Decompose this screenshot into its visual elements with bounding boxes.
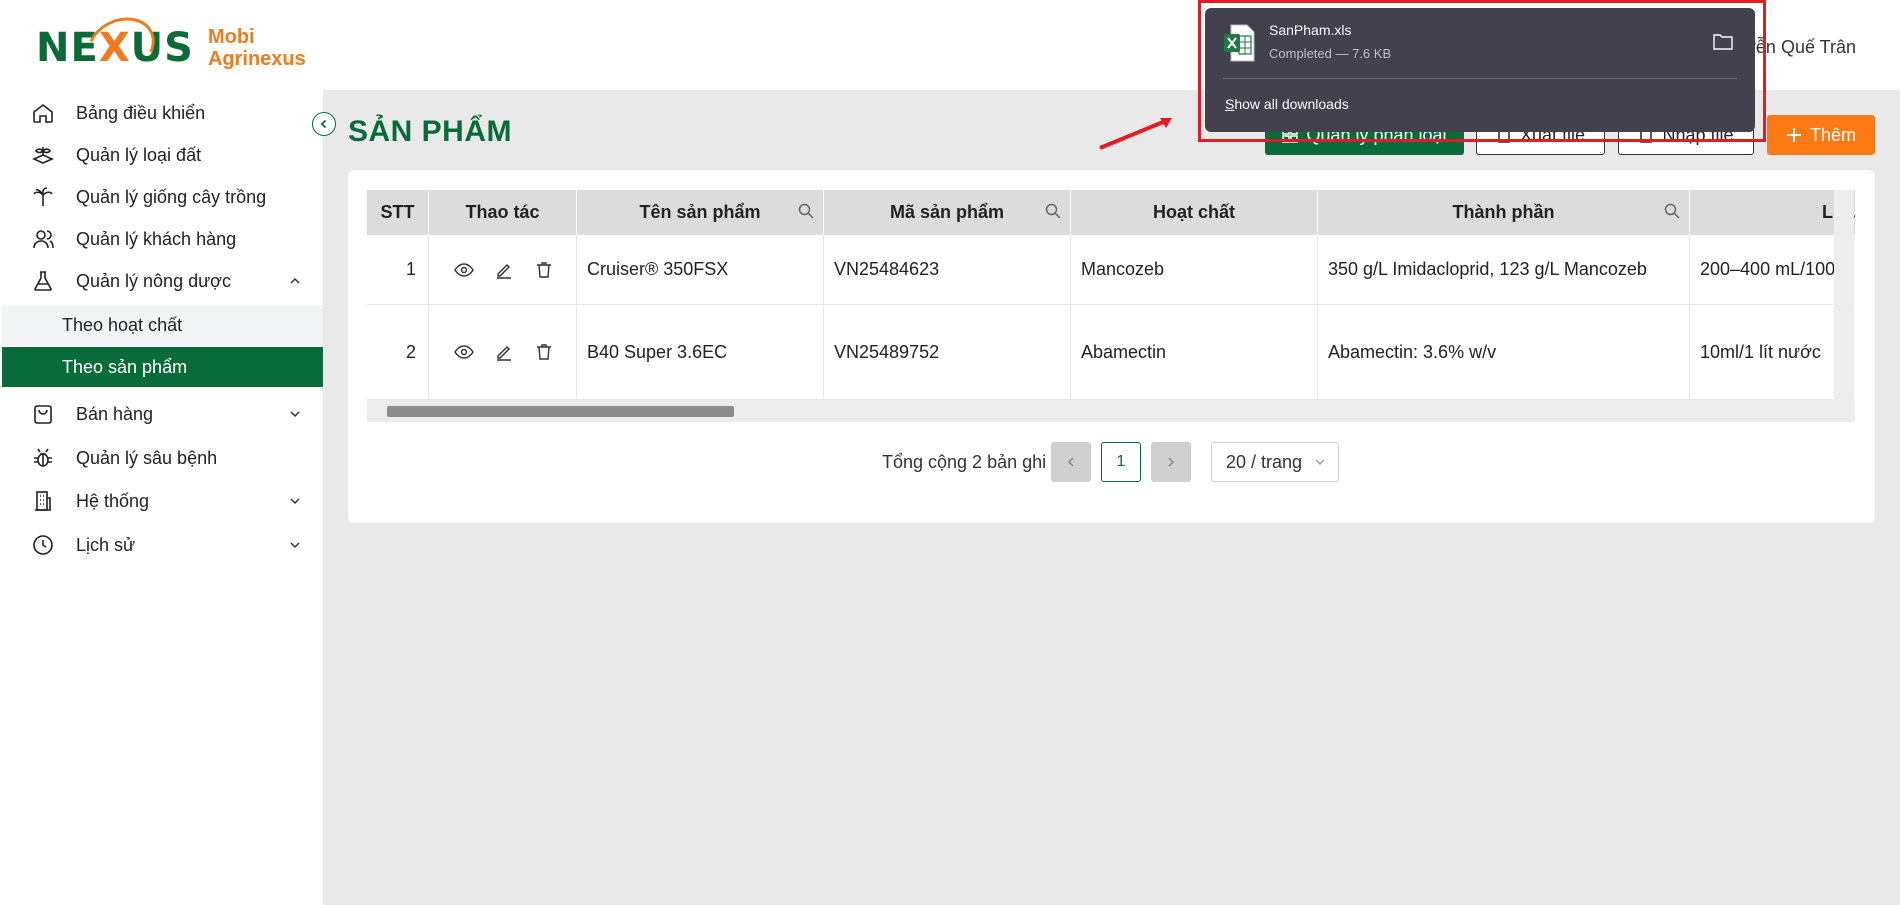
- bug-icon: [30, 445, 56, 471]
- logo-text: Mobi Agrinexus: [207, 26, 306, 70]
- sidebar-subitem-by-product[interactable]: Theo sản phẩm: [2, 347, 323, 387]
- table-row: 2 B40 Super 3.6EC VN25489752 Abamectin A…: [367, 305, 1855, 400]
- edit-icon[interactable]: [493, 259, 515, 281]
- next-page-button[interactable]: [1151, 442, 1191, 482]
- prev-page-button[interactable]: [1051, 442, 1091, 482]
- cell-product-name: B40 Super 3.6EC: [577, 305, 824, 399]
- sidebar-item-plant-varieties[interactable]: Quản lý giống cây trồng: [0, 176, 323, 218]
- sidebar-collapse-button[interactable]: [312, 112, 336, 136]
- view-icon[interactable]: [453, 259, 475, 281]
- sidebar-item-system[interactable]: Hệ thống: [0, 480, 323, 522]
- cell-composition: 350 g/L Imidacloprid, 123 g/L Mancozeb: [1318, 235, 1690, 304]
- chevron-down-icon: [1315, 459, 1325, 466]
- cell-active-ingredient: Abamectin: [1071, 305, 1318, 399]
- delete-icon[interactable]: [533, 259, 555, 281]
- cell-actions: [429, 235, 577, 304]
- chevron-down-icon: [290, 411, 300, 418]
- plant-icon: [30, 184, 56, 210]
- app-logo[interactable]: NEXUS Mobi Agrinexus: [36, 6, 306, 87]
- delete-icon[interactable]: [533, 341, 555, 363]
- logo-wordmark: NEXUS: [36, 6, 194, 87]
- cell-actions: [429, 305, 577, 399]
- column-header-product-code[interactable]: Mã sản phẩm: [824, 190, 1071, 235]
- cell-active-ingredient: Mancozeb: [1071, 235, 1318, 304]
- page-size-select[interactable]: 20 / trang: [1211, 442, 1339, 482]
- highlight-box: [1198, 0, 1766, 142]
- page-number-current[interactable]: 1: [1101, 442, 1141, 482]
- pagination-total: Tổng cộng 2 bản ghi: [882, 451, 1047, 472]
- column-header-stt: STT: [367, 190, 429, 235]
- chevron-down-icon: [290, 498, 300, 505]
- cell-product-name: Cruiser® 350FSX: [577, 235, 824, 304]
- cell-stt: 1: [367, 235, 429, 304]
- cell-stt: 2: [367, 305, 429, 399]
- cell-product-code: VN25489752: [824, 305, 1071, 399]
- scrollbar-thumb[interactable]: [387, 406, 734, 417]
- add-button[interactable]: Thêm: [1767, 115, 1875, 155]
- soil-icon: [30, 142, 56, 168]
- search-icon[interactable]: [1663, 202, 1681, 220]
- sidebar-item-pesticides[interactable]: Quản lý nông dược: [0, 260, 323, 302]
- sidebar-item-pests[interactable]: Quản lý sâu bệnh: [0, 437, 323, 479]
- bag-icon: [30, 401, 56, 427]
- view-icon[interactable]: [453, 341, 475, 363]
- horizontal-scrollbar[interactable]: [367, 400, 1855, 422]
- cell-dose: 10ml/1 lít nước: [1700, 341, 1821, 362]
- column-header-active-ingredient: Hoạt chất: [1071, 190, 1318, 235]
- home-icon: [30, 100, 56, 126]
- users-icon: [30, 226, 56, 252]
- sidebar-item-history[interactable]: Lịch sử: [0, 524, 323, 566]
- sidebar-item-sales[interactable]: Bán hàng: [0, 393, 323, 435]
- column-header-composition[interactable]: Thành phần: [1318, 190, 1690, 235]
- clock-icon: [30, 532, 56, 558]
- edit-icon[interactable]: [493, 341, 515, 363]
- chevron-right-icon: [1168, 457, 1175, 467]
- sidebar-item-dashboard[interactable]: Bảng điều khiển: [0, 92, 323, 134]
- sidebar-item-soil[interactable]: Quản lý loại đất: [0, 134, 323, 176]
- table-header: STT Thao tác Tên sản phẩm Mã sản phẩm Ho…: [367, 190, 1855, 235]
- chevron-left-icon: [1067, 457, 1074, 467]
- building-icon: [30, 488, 56, 514]
- chevron-down-icon: [290, 542, 300, 549]
- search-icon[interactable]: [797, 202, 815, 220]
- cell-dose: 200–400 mL/100 l: [1700, 259, 1845, 279]
- sidebar-item-customers[interactable]: Quản lý khách hàng: [0, 218, 323, 260]
- sidebar-subitem-by-active-ingredient[interactable]: Theo hoạt chất: [2, 305, 323, 345]
- chevron-left-icon: [320, 119, 327, 129]
- products-table: STT Thao tác Tên sản phẩm Mã sản phẩm Ho…: [367, 190, 1855, 422]
- column-header-dose: Liều: [1690, 190, 1855, 235]
- cell-product-code: VN25484623: [824, 235, 1071, 304]
- flask-icon: [30, 268, 56, 294]
- annotation-arrow: [1099, 118, 1172, 150]
- page-title: SẢN PHẨM: [348, 115, 513, 148]
- table-fixed-column-shadow: [1834, 190, 1854, 400]
- table-row: 1 Cruiser® 350FSX VN25484623 Mancozeb 35…: [367, 235, 1855, 305]
- cell-composition: Abamectin: 3.6% w/v: [1318, 305, 1690, 399]
- plus-icon: [1786, 128, 1801, 142]
- chevron-up-icon: [290, 277, 300, 284]
- column-header-product-name[interactable]: Tên sản phẩm: [577, 190, 824, 235]
- search-icon[interactable]: [1044, 202, 1062, 220]
- column-header-actions: Thao tác: [429, 190, 577, 235]
